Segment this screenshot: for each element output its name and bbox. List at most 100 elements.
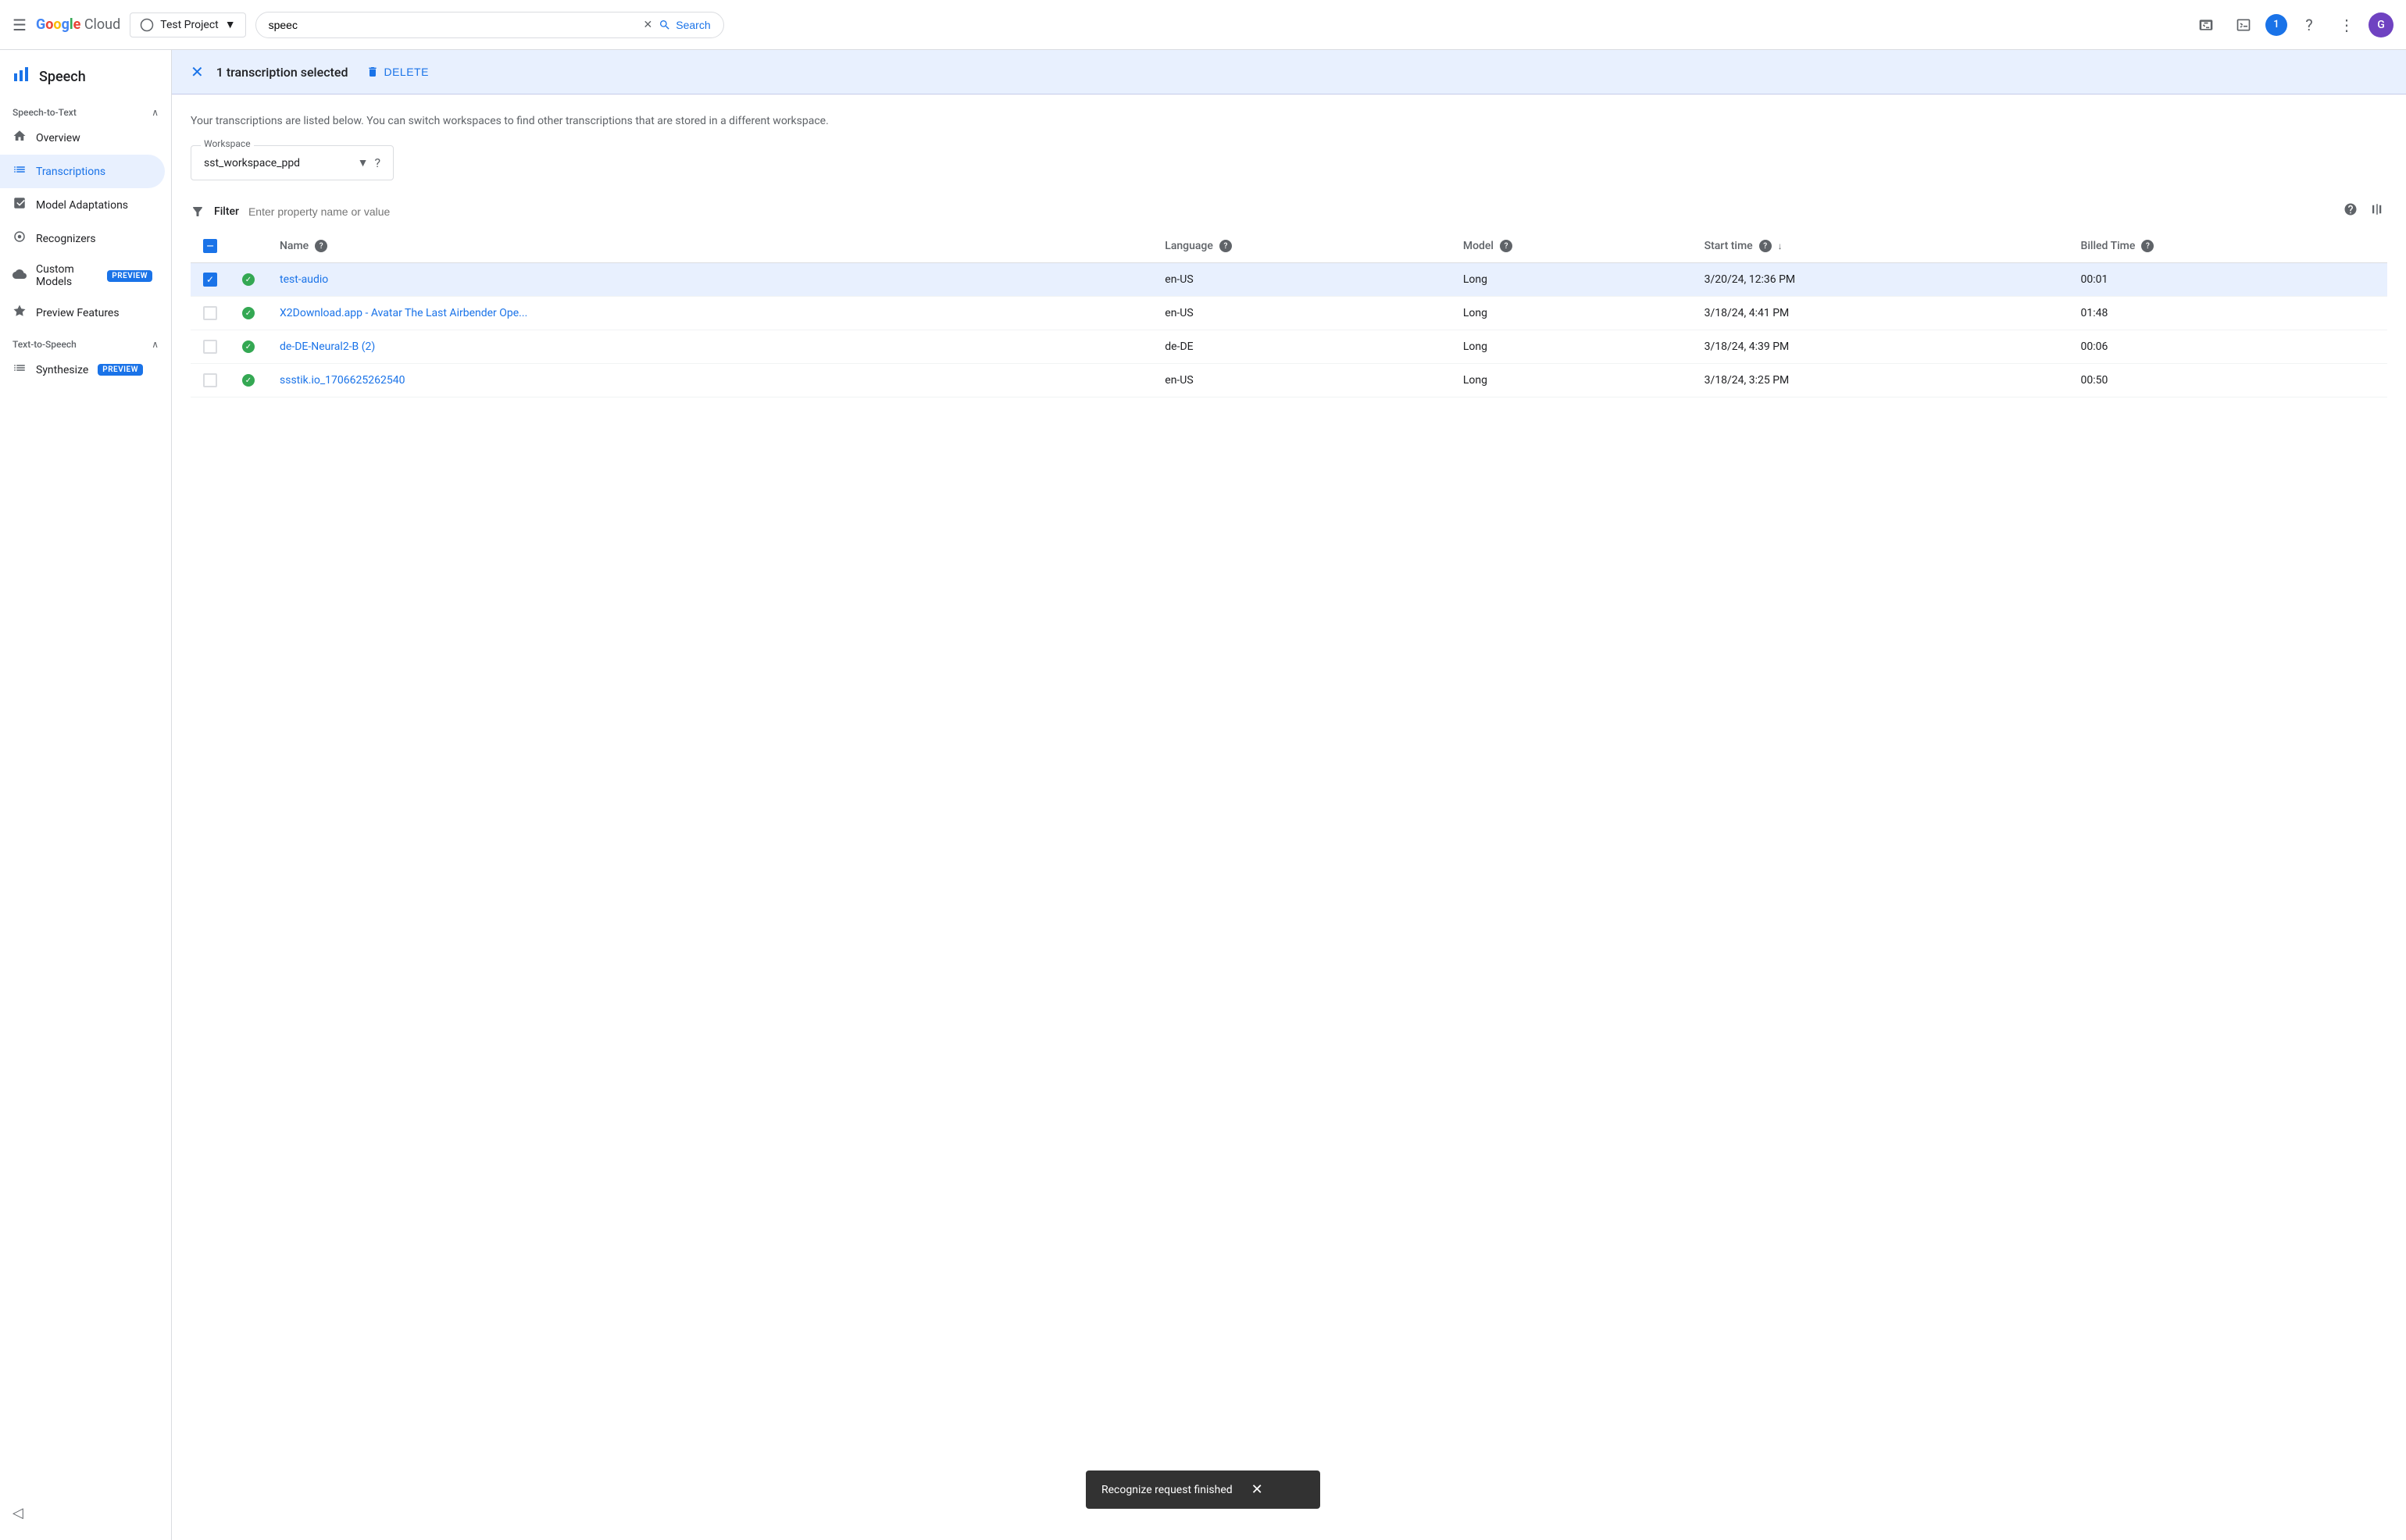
workspace-value: sst_workspace_ppd [204,157,352,169]
row-2-checkbox-cell [191,297,230,330]
content-area: Your transcriptions are listed below. Yo… [172,94,2406,416]
row-4-billed-time-cell: 00:50 [2069,364,2388,397]
row-1-billed-time-cell: 00:01 [2069,263,2388,297]
row-2-start-time-cell: 3/18/24, 4:41 PM [1692,297,2069,330]
search-clear-icon[interactable]: ✕ [644,19,653,31]
table-row: X2Download.app - Avatar The Last Airbend… [191,297,2387,330]
row-4-checkbox[interactable] [203,373,217,387]
snackbar-message: Recognize request finished [1101,1484,1233,1496]
table-row: de-DE-Neural2-B (2) de-DE Long 3/18/24, … [191,330,2387,364]
workspace-label: Workspace [201,138,254,149]
row-2-name-link[interactable]: X2Download.app - Avatar The Last Airbend… [280,307,527,319]
product-name: Speech [39,69,86,85]
search-bar: ✕ Search [255,12,724,38]
start-time-sort-icon[interactable]: ↓ [1778,241,1783,251]
table-help-button[interactable] [2340,199,2361,223]
row-4-status-icon [242,374,255,387]
google-cloud-logo: Google Cloud [36,16,120,33]
custom-models-icon [12,267,27,285]
workspace-help-icon[interactable]: ? [374,155,380,170]
language-col-help-icon[interactable]: ? [1219,240,1232,252]
avatar[interactable]: G [2369,12,2394,37]
start-time-col-help-icon[interactable]: ? [1759,240,1772,252]
preview-features-icon [12,304,27,322]
col-header-start-time: Start time ? ↓ [1692,230,2069,263]
filter-input[interactable] [248,205,2331,218]
workspace-selector[interactable]: Workspace sst_workspace_ppd ▼ ? [191,145,394,180]
sidebar-item-custom-models[interactable]: Custom Models PREVIEW [0,255,165,296]
sidebar-collapse-button[interactable]: ◁ [0,1499,36,1528]
billed-time-col-help-icon[interactable]: ? [2141,240,2154,252]
selection-count-text: 1 transcription selected [216,65,348,80]
row-1-name-cell: test-audio [267,263,1152,297]
row-1-checkbox[interactable] [203,273,217,287]
row-1-language-cell: en-US [1152,263,1451,297]
row-4-model-cell: Long [1451,364,1692,397]
model-col-help-icon[interactable]: ? [1500,240,1512,252]
row-2-model-cell: Long [1451,297,1692,330]
more-options-icon[interactable]: ⋮ [2331,9,2362,41]
workspace-chevron-icon[interactable]: ▼ [358,156,369,169]
sidebar: Speech Speech-to-Text ∧ Overview Transcr… [0,50,172,1540]
sidebar-item-overview-label: Overview [36,132,80,144]
row-3-name-link[interactable]: de-DE-Neural2-B (2) [280,340,375,353]
sidebar-item-transcriptions[interactable]: Transcriptions [0,155,165,188]
row-1-name-link[interactable]: test-audio [280,273,328,286]
filter-label: Filter [214,205,239,218]
tts-section-chevron[interactable]: ∧ [152,339,159,350]
notification-badge[interactable]: 1 [2265,14,2287,36]
sidebar-item-overview[interactable]: Overview [0,121,165,155]
row-3-billed-time-cell: 00:06 [2069,330,2388,364]
custom-models-preview-badge: PREVIEW [107,270,152,282]
overview-icon [12,129,27,147]
row-4-start-time-cell: 3/18/24, 3:25 PM [1692,364,2069,397]
search-button[interactable]: Search [659,19,710,31]
col-header-billed-time: Billed Time ? [2069,230,2388,263]
name-col-help-icon[interactable]: ? [315,240,327,252]
col-header-language: Language ? [1152,230,1451,263]
row-3-checkbox[interactable] [203,340,217,354]
project-chevron: ▼ [225,18,236,31]
cloud-shell-icon[interactable] [2190,9,2222,41]
sidebar-item-recognizers[interactable]: Recognizers [0,222,165,255]
sidebar-item-custom-models-label: Custom Models [36,263,98,288]
row-4-name-link[interactable]: ssstik.io_1706625262540 [280,374,405,387]
search-button-label: Search [676,19,710,31]
synthesize-icon [12,361,27,379]
row-3-name-cell: de-DE-Neural2-B (2) [267,330,1152,364]
row-3-status-cell [230,330,267,364]
terminal-icon[interactable] [2228,9,2259,41]
table-actions [2340,199,2387,223]
select-all-checkbox[interactable] [203,239,217,253]
sidebar-item-synthesize-label: Synthesize [36,364,88,376]
table-row: test-audio en-US Long 3/20/24, 12:36 PM … [191,263,2387,297]
row-2-checkbox[interactable] [203,306,217,320]
menu-icon[interactable]: ☰ [12,16,27,34]
row-1-status-icon [242,273,255,286]
delete-button[interactable]: DELETE [366,66,428,78]
stt-section-chevron[interactable]: ∧ [152,107,159,118]
sidebar-section-stt: Speech-to-Text ∧ [0,98,171,121]
col-header-name: Name ? [267,230,1152,263]
sidebar-item-synthesize[interactable]: Synthesize PREVIEW [0,353,165,387]
selection-close-button[interactable]: ✕ [191,62,204,81]
search-input[interactable] [269,19,637,31]
delete-button-label: DELETE [384,66,428,78]
main-content: ✕ 1 transcription selected DELETE Your t… [172,50,2406,1540]
project-name: Test Project [160,19,218,31]
row-4-checkbox-cell [191,364,230,397]
table-row: ssstik.io_1706625262540 en-US Long 3/18/… [191,364,2387,397]
row-3-checkbox-cell [191,330,230,364]
snackbar-close-button[interactable]: ✕ [1251,1481,1263,1498]
col-header-check [191,230,230,263]
row-1-start-time-cell: 3/20/24, 12:36 PM [1692,263,2069,297]
recognizers-icon [12,230,27,248]
sidebar-item-preview-features[interactable]: Preview Features [0,296,165,330]
col-header-model: Model ? [1451,230,1692,263]
sidebar-section-tts: Text-to-Speech ∧ [0,330,171,353]
table-columns-button[interactable] [2367,199,2387,223]
snackbar: Recognize request finished ✕ [1086,1470,1320,1509]
help-icon[interactable]: ? [2294,9,2325,41]
project-selector[interactable]: Test Project ▼ [130,12,245,37]
sidebar-item-model-adaptations[interactable]: Model Adaptations [0,188,165,222]
